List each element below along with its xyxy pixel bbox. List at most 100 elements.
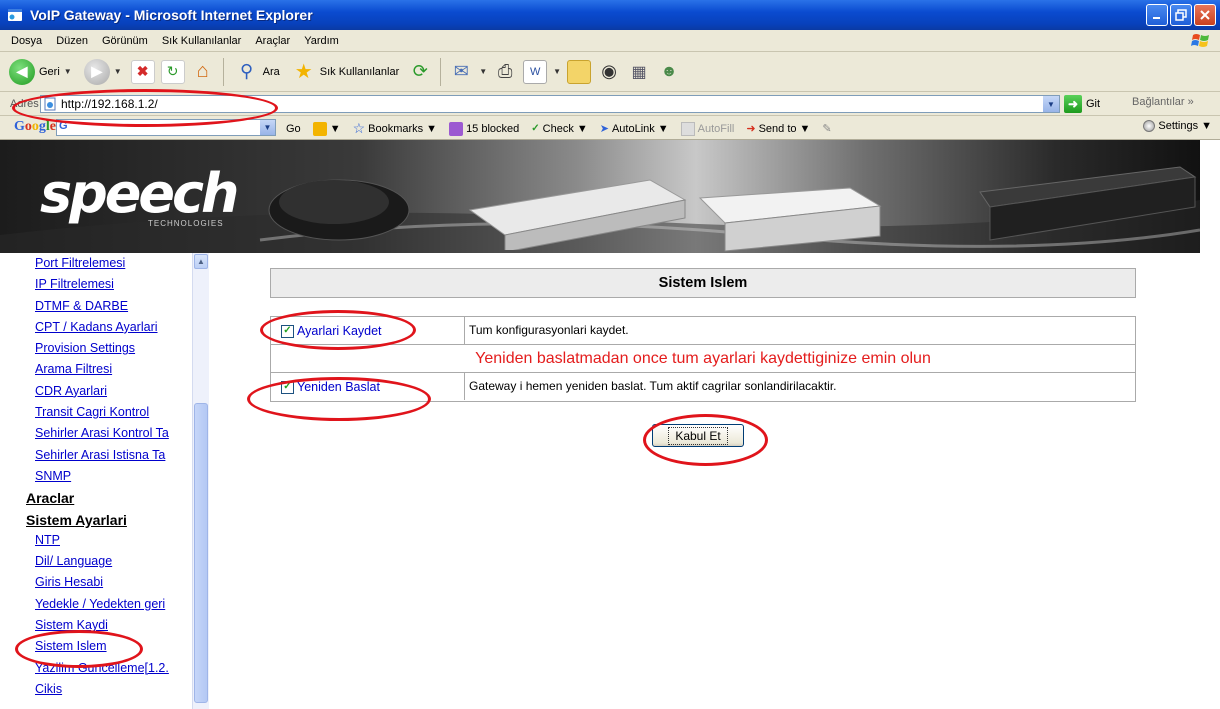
- home-icon[interactable]: ⌂: [191, 60, 215, 84]
- send-to-button[interactable]: ➜ Send to ▼: [746, 122, 810, 136]
- search-icon: ⚲: [240, 61, 254, 81]
- mail-icon[interactable]: ✉: [449, 60, 473, 84]
- address-input[interactable]: http://192.168.1.2/ ▼: [40, 95, 1060, 113]
- settings-icon: [1143, 120, 1156, 132]
- restart-option[interactable]: ✓ Yeniden Baslat: [281, 380, 380, 394]
- popup-blocked-button[interactable]: 15 blocked: [449, 121, 519, 136]
- autofill-button[interactable]: AutoFill: [680, 121, 734, 136]
- sidebar-item[interactable]: Yazilim Guncelleme[1.2.: [35, 658, 193, 679]
- google-icon: [312, 121, 327, 136]
- menu-help[interactable]: Yardım: [297, 35, 346, 47]
- window-title: VoIP Gateway - Microsoft Internet Explor…: [30, 7, 313, 23]
- highlight-button[interactable]: ✎: [822, 122, 831, 135]
- address-label: Adres: [10, 97, 39, 110]
- print-icon[interactable]: ⎙: [493, 60, 517, 84]
- sidebar-item[interactable]: Arama Filtresi: [35, 359, 193, 380]
- close-button[interactable]: [1194, 4, 1216, 26]
- sidebar-item[interactable]: CDR Ayarlari: [35, 381, 193, 402]
- google-go-button[interactable]: Go: [286, 123, 301, 135]
- sidebar-item[interactable]: Sistem Islem: [35, 636, 193, 657]
- menu-file[interactable]: Dosya: [4, 35, 49, 47]
- star-outline-icon: ☆: [352, 120, 366, 136]
- page-title: Sistem Islem: [270, 268, 1136, 298]
- go-arrow-icon: ➜: [1064, 95, 1082, 113]
- favorites-label: Sık Kullanılanlar: [319, 65, 400, 78]
- research-icon[interactable]: ▦: [627, 60, 651, 84]
- sidebar-section-heading: Araclar: [26, 490, 75, 507]
- autofill-icon: [680, 121, 695, 136]
- go-button[interactable]: ➜ Git: [1064, 95, 1100, 113]
- google-logo[interactable]: Google: [14, 119, 56, 135]
- sidebar-item[interactable]: Sehirler Arasi Kontrol Ta: [35, 423, 193, 444]
- options-table: ✓ Ayarlari Kaydet Tum konfigurasyonlari …: [270, 316, 1136, 402]
- window-titlebar: VoIP Gateway - Microsoft Internet Explor…: [0, 0, 1220, 30]
- favorites-button[interactable]: ★ Sık Kullanılanlar: [289, 57, 403, 87]
- search-button[interactable]: ⚲ Ara: [232, 57, 283, 87]
- windows-logo-icon: [1188, 32, 1214, 50]
- google-field-value: G: [59, 120, 68, 132]
- forward-dropdown-icon[interactable]: ▼: [114, 67, 122, 76]
- menu-tools[interactable]: Araçlar: [248, 35, 297, 47]
- sidebar-item[interactable]: Dil/ Language: [35, 551, 193, 572]
- back-button[interactable]: ◀ Geri ▼: [6, 57, 75, 87]
- scroll-up-icon[interactable]: ▲: [194, 254, 208, 269]
- sidebar-item[interactable]: Sehirler Arasi Istisna Ta: [35, 445, 193, 466]
- sidebar-item[interactable]: Provision Settings: [35, 338, 193, 359]
- back-arrow-icon: ◀: [9, 58, 35, 85]
- accept-label: Kabul Et: [668, 426, 728, 445]
- menu-view[interactable]: Görünüm: [95, 35, 155, 47]
- star-icon: ★: [294, 61, 313, 83]
- history-icon[interactable]: ⟳: [408, 60, 432, 84]
- sidebar-item[interactable]: DTMF & DARBE: [35, 296, 193, 317]
- bookmarks-button[interactable]: ☆ Bookmarks ▼: [353, 120, 437, 137]
- sidebar-item[interactable]: Giris Hesabi: [35, 572, 193, 593]
- page-icon: [43, 97, 57, 111]
- go-label: Git: [1086, 98, 1101, 110]
- sidebar-item[interactable]: SNMP: [35, 466, 193, 487]
- scroll-thumb[interactable]: [194, 403, 208, 703]
- sidebar-item[interactable]: IP Filtrelemesi: [35, 274, 193, 295]
- device-gateway-image: [468, 179, 687, 250]
- save-settings-label: Ayarlari Kaydet: [297, 324, 382, 338]
- maximize-button[interactable]: [1170, 4, 1192, 26]
- sidebar-item[interactable]: Cikis: [35, 679, 193, 700]
- stop-icon[interactable]: ✖: [130, 59, 155, 84]
- autolink-button[interactable]: ➤ AutoLink ▼: [600, 122, 669, 136]
- table-row: ✓ Ayarlari Kaydet Tum konfigurasyonlari …: [271, 317, 1135, 345]
- menu-favorites[interactable]: Sık Kullanılanlar: [155, 35, 249, 47]
- search-label: Ara: [262, 65, 280, 78]
- address-dropdown-icon[interactable]: ▼: [1043, 96, 1059, 112]
- sidebar-item[interactable]: NTP: [35, 530, 193, 551]
- save-settings-option[interactable]: ✓ Ayarlari Kaydet: [281, 324, 382, 338]
- sidebar-item[interactable]: Yedekle / Yedekten geri: [35, 594, 193, 615]
- media-icon[interactable]: ◉: [597, 60, 621, 84]
- forward-button[interactable]: ▶ ▼: [81, 57, 125, 87]
- device-rack-image: [979, 166, 1197, 241]
- minimize-button[interactable]: [1146, 4, 1168, 26]
- folder-icon[interactable]: [567, 59, 592, 84]
- save-settings-checkbox[interactable]: ✓: [281, 324, 294, 338]
- accept-button[interactable]: Kabul Et: [652, 424, 744, 447]
- google-news-button[interactable]: ▼: [312, 121, 341, 136]
- sidebar-item[interactable]: Sistem Kaydi: [35, 615, 193, 636]
- edit-icon[interactable]: W: [523, 59, 548, 84]
- device-small-gateway-image: [268, 179, 410, 241]
- google-dropdown-icon[interactable]: ▼: [260, 120, 275, 135]
- menu-edit[interactable]: Düzen: [49, 35, 95, 47]
- google-settings-button[interactable]: Settings ▼: [1143, 120, 1212, 132]
- address-bar: Adres http://192.168.1.2/ ▼ ➜ Git Bağlan…: [0, 92, 1220, 116]
- sidebar-item[interactable]: Transit Cagri Kontrol: [35, 402, 193, 423]
- spell-check-button[interactable]: ✓ Check ▼: [531, 123, 587, 135]
- sidebar-scrollbar[interactable]: ▲: [192, 253, 209, 709]
- messenger-icon[interactable]: ☻: [657, 60, 681, 84]
- mail-dropdown-icon[interactable]: ▼: [479, 67, 487, 76]
- refresh-icon[interactable]: ↻: [160, 59, 185, 84]
- sidebar-item[interactable]: CPT / Kadans Ayarlari: [35, 317, 193, 338]
- links-label[interactable]: Bağlantılar »: [1132, 96, 1194, 108]
- back-dropdown-icon[interactable]: ▼: [64, 67, 72, 76]
- speech-logo: speech: [40, 162, 239, 225]
- sidebar-item[interactable]: Port Filtrelemesi: [35, 253, 193, 274]
- google-search-input[interactable]: G ▼: [56, 119, 276, 136]
- edit-dropdown-icon[interactable]: ▼: [553, 67, 561, 76]
- restart-checkbox[interactable]: ✓: [281, 380, 294, 394]
